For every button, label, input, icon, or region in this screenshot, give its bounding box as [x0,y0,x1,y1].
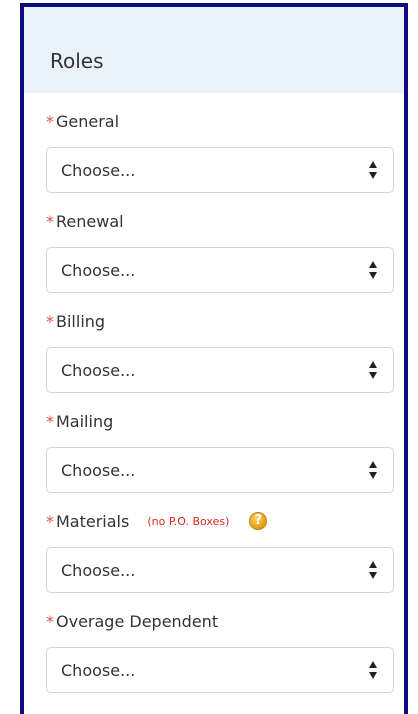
up-down-caret-icon [369,261,377,279]
required-marker: * [46,311,54,331]
label-mailing: Mailing [56,411,114,431]
up-down-caret-icon [369,461,377,479]
materials-note: (no P.O. Boxes) [147,514,230,528]
up-down-caret-icon [369,161,377,179]
field-label-billing: * Billing [46,309,105,333]
field-label-overage-dependent: * Overage Dependent [46,609,218,633]
field-label-general: * General [46,109,119,133]
panel-title: Roles [50,49,104,73]
select-overage-dependent-value: Choose... [61,660,136,680]
select-mailing-value: Choose... [61,460,136,480]
label-renewal: Renewal [56,211,124,231]
select-billing[interactable]: Choose... [46,347,394,393]
select-billing-value: Choose... [61,360,136,380]
up-down-caret-icon [369,661,377,679]
label-materials: Materials [56,511,130,531]
help-question-icon[interactable]: ? [249,512,268,530]
label-overage-dependent: Overage Dependent [56,611,219,631]
select-renewal[interactable]: Choose... [46,247,394,293]
select-mailing[interactable]: Choose... [46,447,394,493]
select-general[interactable]: Choose... [46,147,394,193]
up-down-caret-icon [369,561,377,579]
up-down-caret-icon [369,361,377,379]
select-materials-value: Choose... [61,560,136,580]
select-general-value: Choose... [61,160,136,180]
select-materials[interactable]: Choose... [46,547,394,593]
label-general: General [56,111,120,131]
select-overage-dependent[interactable]: Choose... [46,647,394,693]
label-billing: Billing [56,311,106,331]
field-label-renewal: * Renewal [46,209,124,233]
required-marker: * [46,611,54,631]
required-marker: * [46,411,54,431]
required-marker: * [46,511,54,531]
roles-panel: Roles * General Choose... * Renewal Choo… [20,3,408,714]
select-renewal-value: Choose... [61,260,136,280]
panel-header: Roles [24,7,404,93]
required-marker: * [46,211,54,231]
field-label-materials: * Materials (no P.O. Boxes) ? [46,509,268,533]
field-label-mailing: * Mailing [46,409,113,433]
required-marker: * [46,111,54,131]
